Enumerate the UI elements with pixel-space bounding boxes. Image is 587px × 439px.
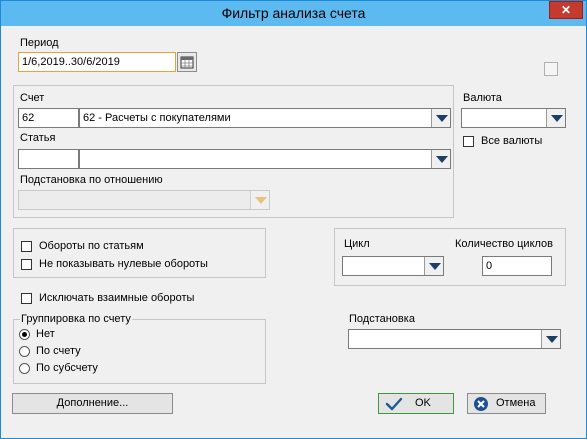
account-name: 62 - Расчеты с покупателями [83,112,231,124]
turnover-by-articles-checkbox[interactable] [21,241,32,252]
chevron-down-icon[interactable] [546,109,565,127]
title-bar[interactable]: Фильтр анализа счета ✕ [1,1,586,26]
grouping-option-by-subaccount: По субсчету [36,362,98,374]
chevron-down-icon[interactable] [250,191,269,209]
window-title: Фильтр анализа счета [221,5,366,21]
substitution-label: Подстановка [349,313,415,325]
account-select[interactable]: 62 - Расчеты с покупателями [79,108,451,128]
relation-substitution-select[interactable] [18,190,270,210]
cancel-label: Отмена [496,397,536,409]
period-input[interactable]: 1/6,2019..30/6/2019 [18,52,176,72]
article-code-input[interactable] [18,149,79,169]
ok-button[interactable]: OK [378,393,454,414]
hide-zero-turnover-checkbox[interactable] [21,259,32,270]
cancel-button[interactable]: Отмена [467,393,546,414]
cycle-count-label: Количество циклов [455,238,554,250]
turnover-by-articles-label: Обороты по статьям [39,240,144,252]
chevron-down-icon[interactable] [431,109,450,127]
currency-select[interactable] [461,108,566,128]
chevron-down-icon[interactable] [431,150,450,168]
cancel-icon [474,397,488,411]
hide-zero-turnover-label: Не показывать нулевые обороты [39,258,208,270]
calendar-icon [180,56,194,69]
all-currencies-label: Все валюты [481,135,543,147]
account-code-input[interactable]: 62 [18,108,79,128]
substitution-select[interactable] [348,329,561,349]
account-label: Счет [20,92,45,104]
ok-label: OK [415,397,431,409]
cycle-select[interactable] [342,256,444,276]
chevron-down-icon[interactable] [424,257,443,275]
grouping-option-none: Нет [36,328,55,340]
article-select[interactable] [79,149,451,169]
chevron-down-icon[interactable] [541,330,560,348]
cycle-count-input[interactable]: 0 [482,256,552,276]
grouping-option-by-account: По счету [36,345,81,357]
period-label: Период [20,37,59,49]
close-icon: ✕ [560,3,572,17]
addition-button[interactable]: Дополнение... [12,393,173,414]
exclude-mutual-turnover-label: Исключать взаимные обороты [39,292,195,304]
currency-label: Валюта [463,92,502,104]
grouping-radio-by-subaccount[interactable] [19,363,30,374]
relation-substitution-label: Подстановка по отношению [20,174,163,186]
checkmark-icon [385,397,403,411]
extra-checkbox[interactable] [544,62,558,76]
close-button[interactable]: ✕ [549,1,583,19]
filter-dialog: Фильтр анализа счета ✕ Период 1/6,2019..… [0,0,587,439]
grouping-radio-by-account[interactable] [19,346,30,357]
calendar-button[interactable] [177,52,197,72]
grouping-label: Группировка по счету [20,313,132,326]
article-label: Статья [20,132,56,144]
grouping-radio-none[interactable] [19,329,30,340]
exclude-mutual-turnover-checkbox[interactable] [21,293,32,304]
all-currencies-checkbox[interactable] [463,136,474,147]
cycle-label: Цикл [344,238,370,250]
